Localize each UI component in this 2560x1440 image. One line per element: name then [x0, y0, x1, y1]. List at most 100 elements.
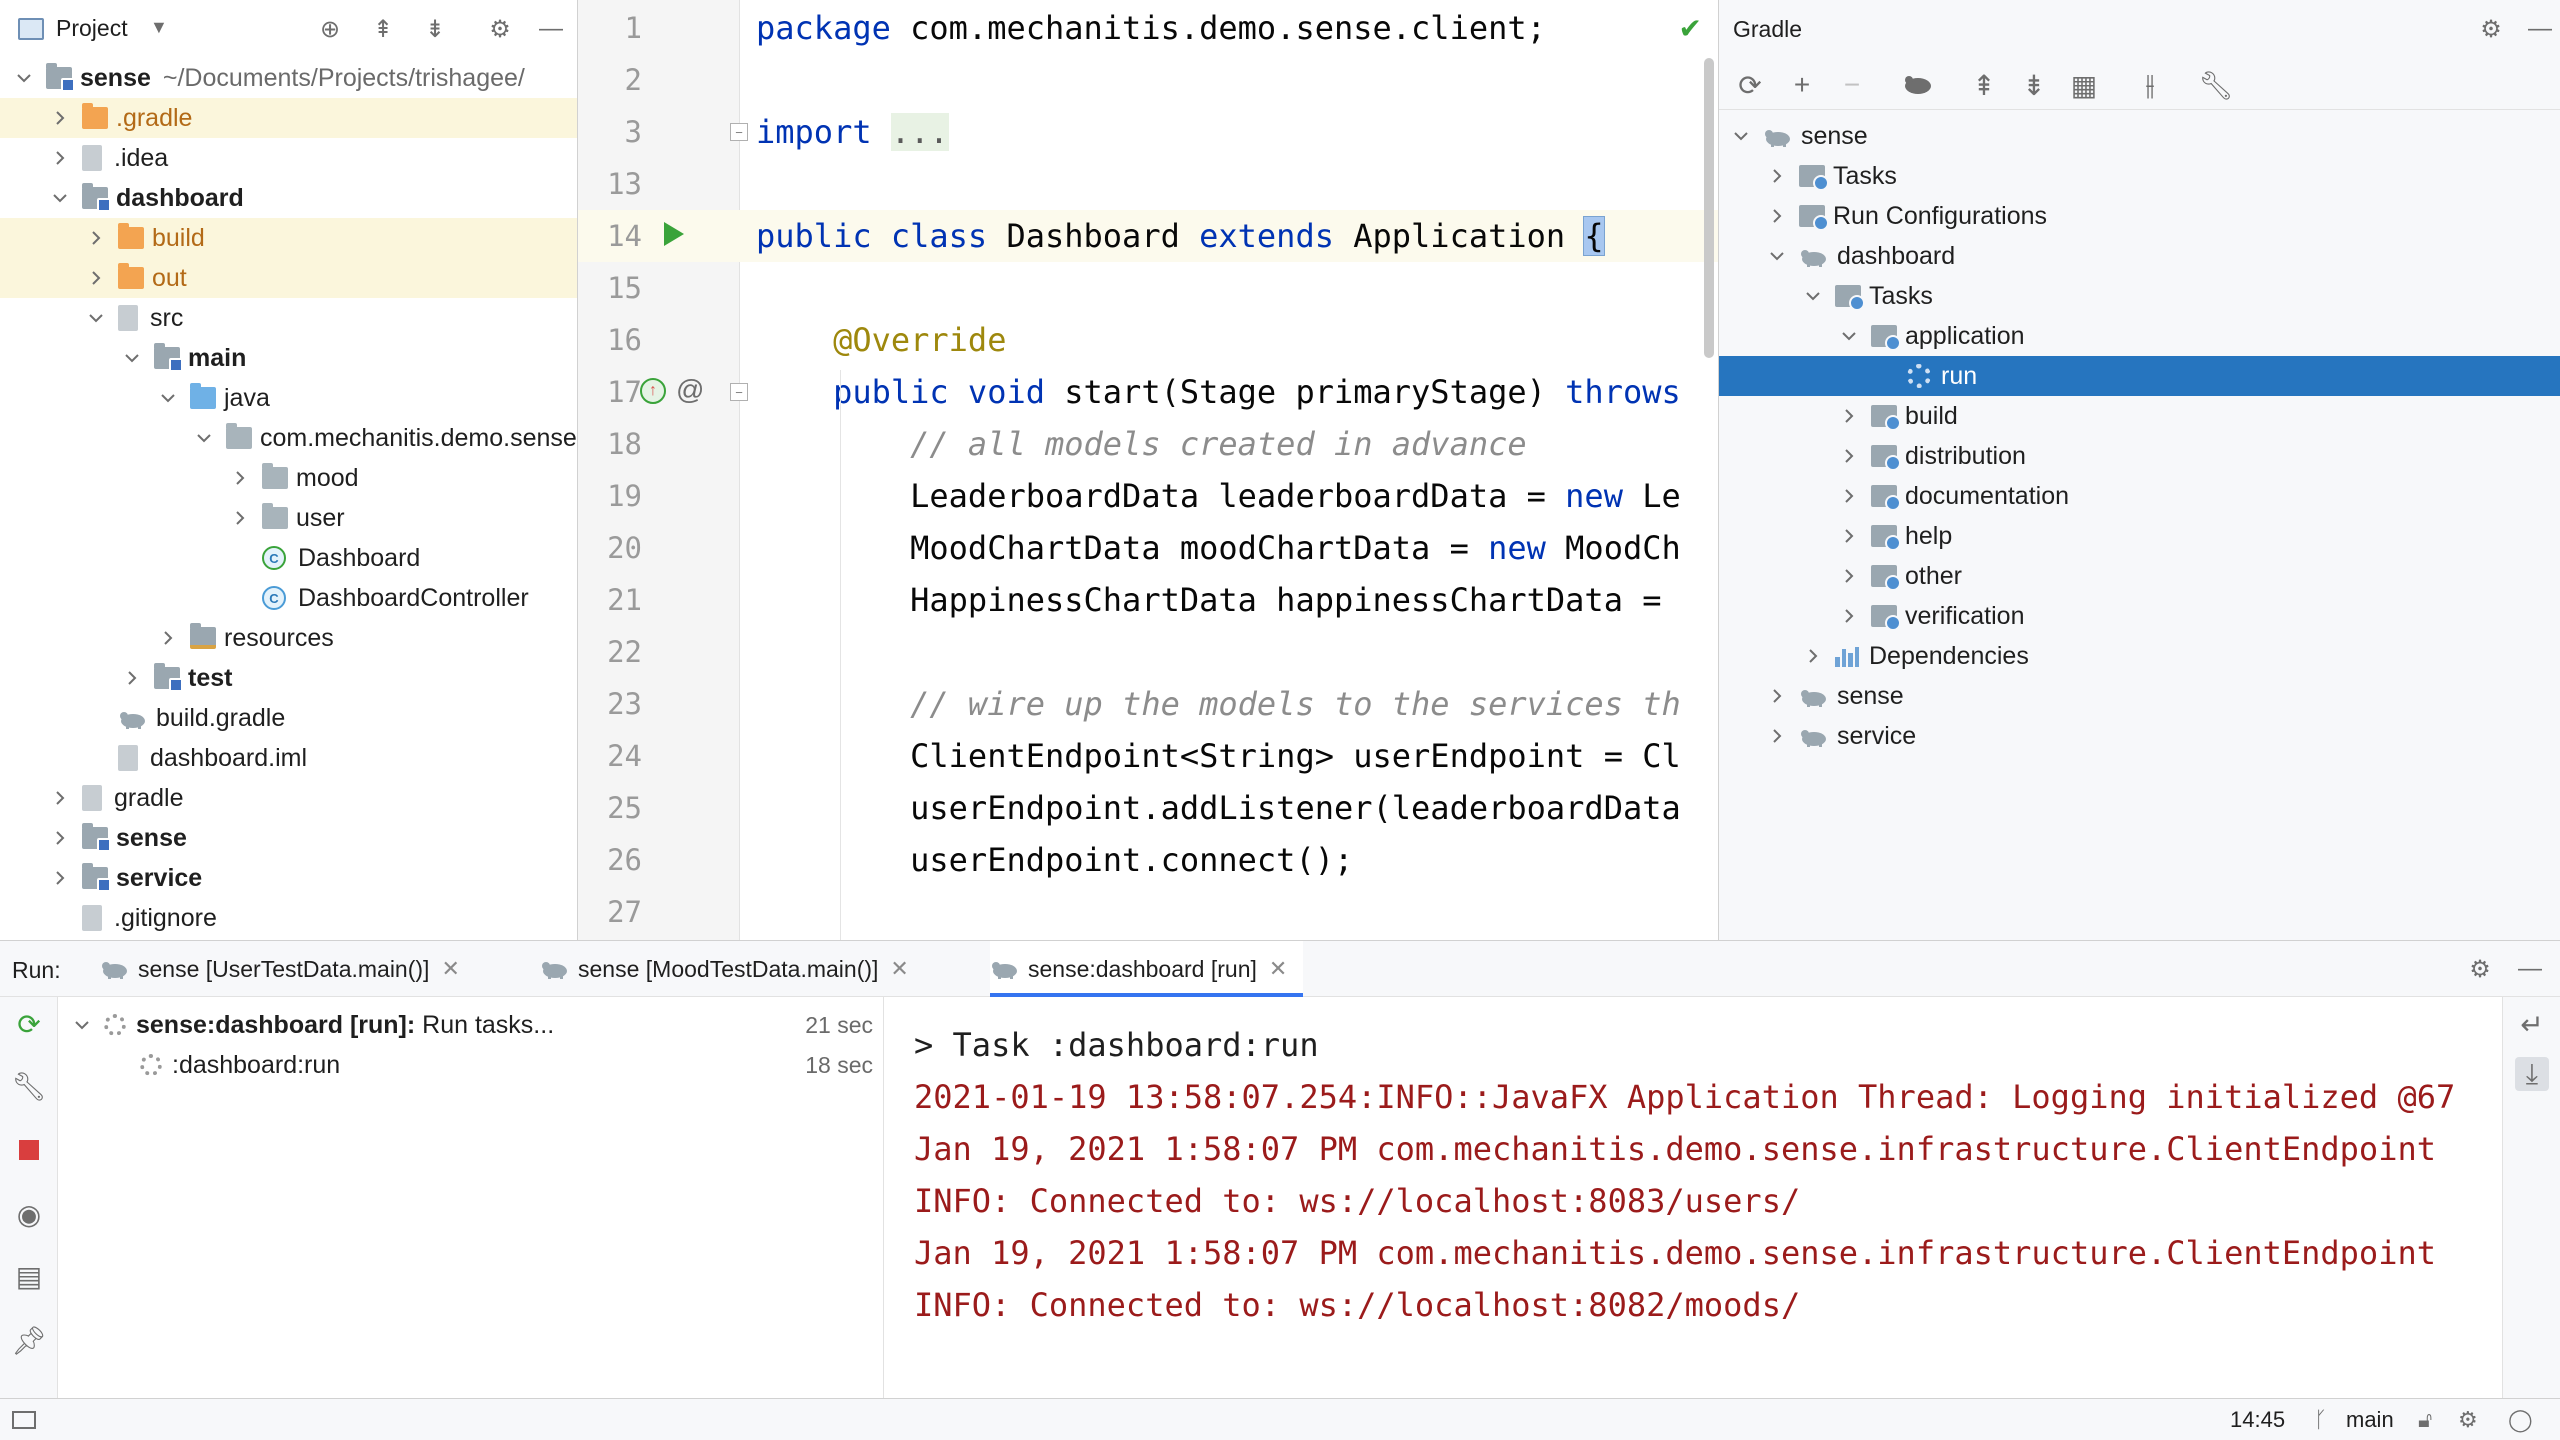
chevron-right-icon[interactable]: [158, 628, 178, 648]
view-dropdown-icon[interactable]: ▼: [150, 17, 168, 38]
chevron-down-icon[interactable]: [122, 348, 142, 368]
chevron-right-icon[interactable]: [122, 668, 142, 688]
soft-wrap-icon[interactable]: ↵: [2515, 1007, 2549, 1041]
chevron-down-icon[interactable]: [1731, 126, 1751, 146]
hide-icon[interactable]: —: [2515, 954, 2545, 984]
wrench-icon[interactable]: 🔧︎: [11, 1069, 47, 1103]
project-tree-item[interactable]: .gitignore: [0, 898, 577, 938]
code-line[interactable]: LeaderboardData leaderboardData = new Le: [756, 470, 1681, 522]
run-tab[interactable]: sense [MoodTestData.main()] ✕: [540, 941, 925, 997]
code-line[interactable]: // all models created in advance: [756, 418, 1527, 470]
close-tab-icon[interactable]: ✕: [441, 956, 459, 982]
execute-gradle-task-icon[interactable]: [1901, 68, 1935, 102]
gear-icon[interactable]: ⚙: [485, 14, 515, 44]
gradle-tree-item[interactable]: other: [1719, 556, 2560, 596]
editor-scrollbar[interactable]: [1704, 58, 1714, 358]
gradle-tree-item[interactable]: Tasks: [1719, 276, 2560, 316]
chevron-right-icon[interactable]: [1839, 526, 1859, 546]
chevron-down-icon[interactable]: [1767, 246, 1787, 266]
project-tree-item[interactable]: java: [0, 378, 577, 418]
code-line[interactable]: userEndpoint.addListener(leaderboardData: [756, 782, 1681, 834]
run-tab[interactable]: sense [UserTestData.main()] ✕: [100, 941, 476, 997]
project-tree-item[interactable]: service: [0, 858, 577, 898]
run-tab[interactable]: sense:dashboard [run] ✕: [990, 941, 1304, 997]
project-tree-item[interactable]: build: [0, 218, 577, 258]
gradle-tree-item[interactable]: run: [1719, 356, 2560, 396]
project-tree-item[interactable]: user: [0, 498, 577, 538]
chevron-right-icon[interactable]: [50, 868, 70, 888]
chevron-right-icon[interactable]: [1767, 726, 1787, 746]
locate-file-icon[interactable]: ⊕: [315, 14, 345, 44]
code-line[interactable]: public void start(Stage primaryStage) th…: [756, 366, 1681, 418]
lock-icon[interactable]: 🔓︎: [2418, 1399, 2432, 1440]
project-tree-item[interactable]: src: [0, 298, 577, 338]
expand-all-icon[interactable]: ⇞: [368, 14, 398, 44]
project-tree-item[interactable]: out: [0, 258, 577, 298]
gradle-tree-item[interactable]: sense: [1719, 116, 2560, 156]
gradle-tree-item[interactable]: distribution: [1719, 436, 2560, 476]
stop-icon[interactable]: [12, 1133, 46, 1167]
project-tree-item[interactable]: com.mechanitis.demo.sense.client: [0, 418, 577, 458]
notifications-icon[interactable]: ◯: [2508, 1399, 2533, 1440]
chevron-right-icon[interactable]: [1767, 206, 1787, 226]
no-problems-check-icon[interactable]: ✔: [1679, 12, 1702, 45]
project-tree-item[interactable]: build.gradle: [0, 698, 577, 738]
project-tree-item[interactable]: dashboard: [0, 178, 577, 218]
fold-marker-icon[interactable]: −: [730, 383, 748, 401]
code-editor[interactable]: 1 2 3−13 14 15 16 17 ↑ @ −18 19 20 21 22 23 24 25 26 27 pa…: [578, 0, 1718, 940]
gradle-tree-item[interactable]: verification: [1719, 596, 2560, 636]
chevron-right-icon[interactable]: [50, 828, 70, 848]
collapse-all-icon[interactable]: ⇟: [2017, 68, 2051, 102]
project-panel-title[interactable]: Project: [56, 15, 128, 42]
gradle-tree-item[interactable]: service: [1719, 716, 2560, 756]
gradle-tree-item[interactable]: build: [1719, 396, 2560, 436]
gradle-tree-item[interactable]: documentation: [1719, 476, 2560, 516]
project-tree-item[interactable]: sense ~/Documents/Projects/trishagee/: [0, 58, 577, 98]
project-tree-item[interactable]: C Dashboard: [0, 538, 577, 578]
expand-all-icon[interactable]: ⇞: [1967, 68, 2001, 102]
layout-icon[interactable]: ▤: [12, 1259, 46, 1293]
gradle-tree-item[interactable]: sense: [1719, 676, 2560, 716]
project-tree-item[interactable]: main: [0, 338, 577, 378]
fold-marker-icon[interactable]: −: [730, 123, 748, 141]
override-gutter-icon[interactable]: ↑: [640, 378, 666, 404]
scroll-to-end-icon[interactable]: ⤓: [2515, 1057, 2549, 1091]
remove-icon[interactable]: −: [1835, 68, 1869, 102]
toggle-tool-windows-icon[interactable]: [12, 1399, 36, 1440]
chevron-right-icon[interactable]: [1803, 646, 1823, 666]
git-branch-name[interactable]: main: [2346, 1399, 2394, 1440]
event-log-icon[interactable]: ⚙: [2458, 1399, 2478, 1440]
chevron-right-icon[interactable]: [1839, 606, 1859, 626]
chevron-right-icon[interactable]: [1839, 566, 1859, 586]
project-tree-item[interactable]: dashboard.iml: [0, 738, 577, 778]
pin-icon[interactable]: 📌︎: [11, 1323, 47, 1357]
chevron-right-icon[interactable]: [50, 108, 70, 128]
gradle-tree-item[interactable]: dashboard: [1719, 236, 2560, 276]
run-console-output[interactable]: > Task :dashboard:run 2021-01-19 13:58:07…: [884, 997, 2502, 1398]
chevron-right-icon[interactable]: [86, 268, 106, 288]
chevron-right-icon[interactable]: [230, 468, 250, 488]
chevron-down-icon[interactable]: [72, 1015, 92, 1035]
gradle-tree-item[interactable]: Dependencies: [1719, 636, 2560, 676]
run-tree-item[interactable]: :dashboard:run 18 sec: [58, 1045, 883, 1085]
chevron-down-icon[interactable]: [86, 308, 106, 328]
reload-icon[interactable]: ⟳: [1733, 68, 1767, 102]
rerun-icon[interactable]: ⟳: [12, 1007, 46, 1041]
chevron-down-icon[interactable]: [1839, 326, 1859, 346]
toggle-offline-icon[interactable]: ⫲: [2133, 68, 2167, 102]
project-tree-item[interactable]: gradle: [0, 778, 577, 818]
group-modules-icon[interactable]: ▦: [2067, 68, 2101, 102]
code-line[interactable]: ClientEndpoint<String> userEndpoint = Cl: [756, 730, 1681, 782]
gear-icon[interactable]: ⚙: [2476, 14, 2506, 44]
code-line[interactable]: HappinessChartData happinessChartData =: [756, 574, 1681, 626]
run-gutter-icon[interactable]: [664, 222, 684, 246]
project-tree-item[interactable]: .idea: [0, 138, 577, 178]
project-tree-item[interactable]: sense: [0, 818, 577, 858]
chevron-down-icon[interactable]: [158, 388, 178, 408]
chevron-down-icon[interactable]: [194, 428, 214, 448]
hide-icon[interactable]: —: [2525, 14, 2555, 44]
project-tree-item[interactable]: C DashboardController: [0, 578, 577, 618]
add-icon[interactable]: +: [1785, 68, 1819, 102]
project-tree-item[interactable]: resources: [0, 618, 577, 658]
show-options-eye-icon[interactable]: ◉: [12, 1197, 46, 1231]
